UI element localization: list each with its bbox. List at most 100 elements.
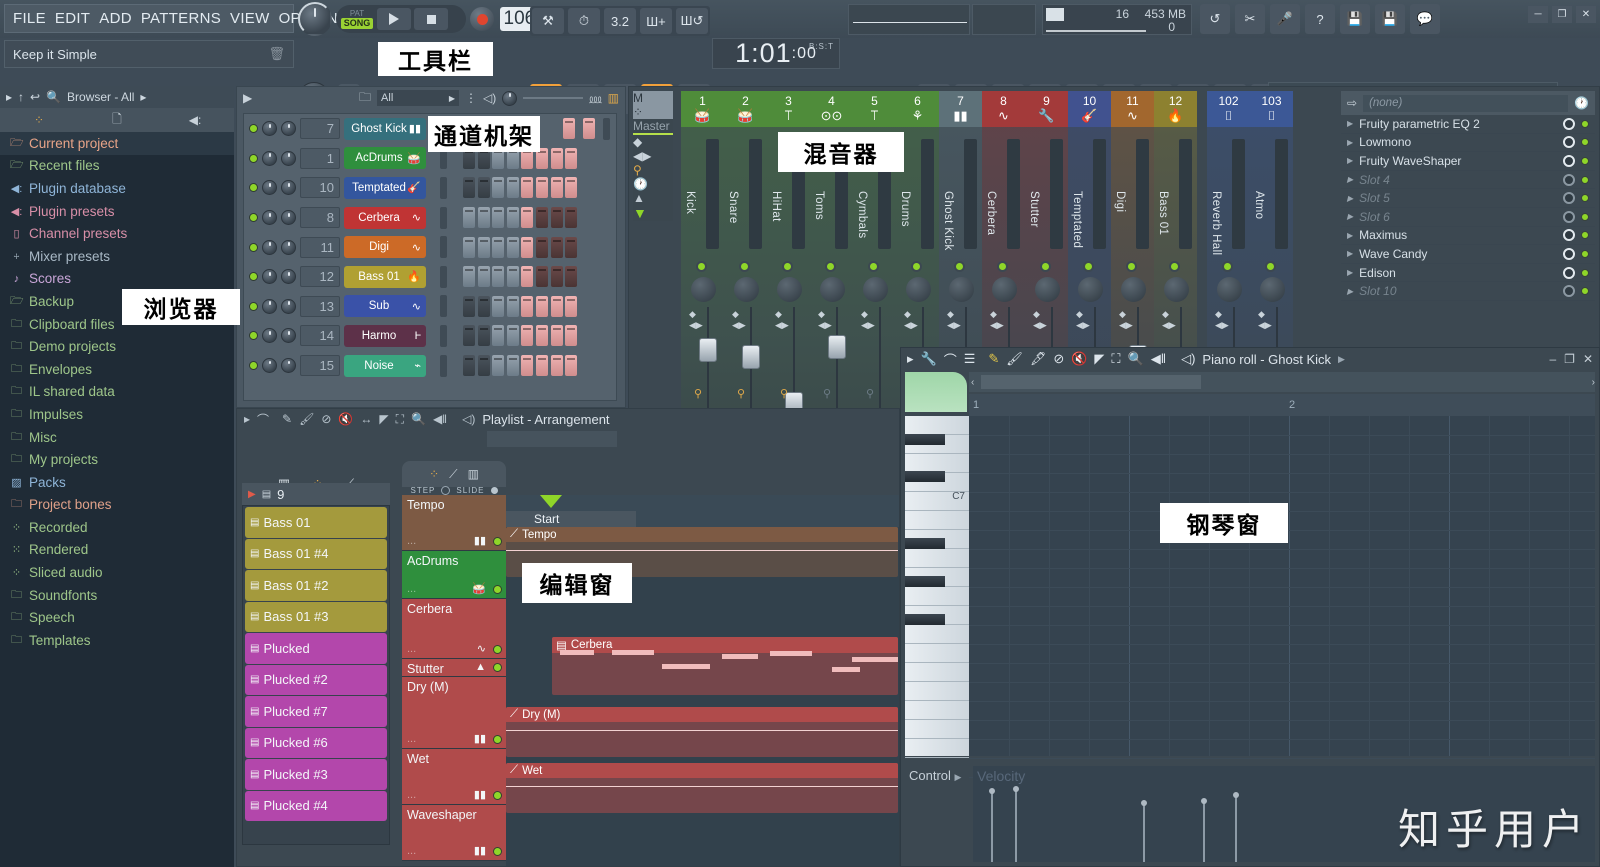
mixer-track-header[interactable]: 1 🥁	[681, 91, 724, 127]
mixer-track-led[interactable]	[997, 261, 1008, 272]
velocity-handle[interactable]	[1013, 786, 1019, 792]
delete-tool-icon[interactable]: ⊘	[321, 412, 331, 426]
paint-seq-icon[interactable]: 🖋	[1030, 351, 1047, 367]
pattern-list-item[interactable]: ▤ Bass 01	[245, 507, 387, 538]
step-button[interactable]	[565, 295, 578, 317]
select-tool-icon[interactable]: ⛶	[1111, 351, 1120, 367]
step-button[interactable]	[492, 236, 505, 258]
effect-slot[interactable]: ▶ Slot 10	[1341, 282, 1595, 301]
channel-name-button[interactable]: Temptated 🎸	[344, 176, 426, 199]
drum-icon[interactable]: 🥁	[472, 582, 486, 595]
mixer-stereo-arrows[interactable]: ◆ ◀▶	[1258, 309, 1272, 331]
mixer-track-header[interactable]: 7 ▮▮	[939, 91, 982, 127]
playlist-timeline[interactable]: 2 3 Start	[506, 495, 899, 527]
pattern-list-item[interactable]: ▤ Plucked #6	[245, 727, 387, 758]
mixer-track-pan-knob[interactable]	[949, 277, 974, 302]
mixer-track-pan-knob[interactable]	[691, 277, 716, 302]
velocity-bar[interactable]	[1201, 798, 1207, 862]
effect-slot[interactable]: ▶ Lowmono	[1341, 134, 1595, 153]
channel-pan-knob[interactable]	[262, 210, 277, 226]
velocity-handle[interactable]	[1141, 800, 1147, 806]
mixer-track-led[interactable]	[1083, 261, 1094, 272]
mixer-track-pan-knob[interactable]	[1164, 277, 1189, 302]
pr-scroll-left-icon[interactable]: ‹	[971, 377, 974, 388]
channel-led[interactable]	[249, 331, 258, 341]
mixer-track-fader[interactable]	[828, 334, 846, 359]
menu-item-add[interactable]: ADD	[99, 10, 132, 27]
tab-samples[interactable]: ⁘	[0, 108, 78, 132]
comment-icon[interactable]: 💬	[1410, 4, 1440, 34]
step-button[interactable]	[463, 236, 475, 258]
mixer-stereo-arrows[interactable]: ◆ ◀▶	[1215, 309, 1229, 331]
mixer-track-header[interactable]: 103 ⌷	[1250, 91, 1293, 127]
step-button[interactable]	[521, 355, 534, 377]
channel-pan-knob[interactable]	[262, 328, 277, 344]
mixer-fx-icon[interactable]: ⚲	[823, 387, 831, 400]
wave-icon[interactable]: ⁘	[429, 467, 439, 481]
pencil-tool-icon[interactable]: ✎	[988, 351, 999, 367]
rack-options-icon[interactable]: ⋮	[465, 91, 477, 105]
microphone-icon[interactable]: 🎤	[1270, 4, 1300, 34]
mixer-fx-icon[interactable]: ⚲	[737, 387, 745, 400]
pattern-list-item[interactable]: ▤ Bass 01 #3	[245, 601, 387, 632]
playlist-track-led[interactable]	[493, 735, 502, 744]
mixer-track-header[interactable]: 6 ⚘	[896, 91, 939, 127]
step-button[interactable]	[463, 207, 475, 229]
browser-item-channel-presets[interactable]: ▯ Channel presets	[0, 222, 234, 245]
channel-led[interactable]	[249, 361, 258, 371]
effect-slot[interactable]: ▶ Wave Candy	[1341, 245, 1595, 264]
piano-roll-grid[interactable]	[969, 416, 1595, 778]
browser-item-templates[interactable]: 🗀 Templates	[0, 629, 234, 652]
fx-preset-icon[interactable]: ⇨	[1347, 96, 1357, 110]
browser-item-plugin-presets[interactable]: ◀: Plugin presets	[0, 200, 234, 223]
step-button[interactable]	[521, 177, 534, 199]
mixer-track-pan-knob[interactable]	[992, 277, 1017, 302]
chevron-right-icon[interactable]: ▶	[1347, 138, 1353, 147]
mixer-track-header[interactable]: 11 ∿	[1111, 91, 1154, 127]
playlist-clip[interactable]: ⟋ Dry (M)	[506, 707, 898, 757]
mixer-stereo-arrows[interactable]: ◆ ◀▶	[1162, 309, 1176, 331]
keyboard-icon[interactable]: ▥	[468, 467, 479, 481]
effect-mix-knob[interactable]	[1563, 192, 1575, 205]
metronome-icon[interactable]: ⚒	[532, 8, 564, 34]
graph-editor-icon[interactable]: ⅏	[589, 90, 601, 107]
effect-mix-knob[interactable]	[1563, 266, 1575, 279]
browser-item-current-project[interactable]: 🗁 Current project	[0, 132, 234, 155]
mixer-track-pan-knob[interactable]	[1121, 277, 1146, 302]
browser-item-sliced-audio[interactable]: ⁘ Sliced audio	[0, 561, 234, 584]
fx-history-icon[interactable]: 🕐	[1574, 96, 1589, 110]
mixer-track-pan-knob[interactable]	[1078, 277, 1103, 302]
mixer-track-led[interactable]	[1169, 261, 1180, 272]
step-button[interactable]	[477, 207, 490, 229]
channel-row[interactable]: 13 Sub ∿	[244, 292, 616, 322]
tab-plugins[interactable]: ◀:	[156, 108, 234, 132]
browser-item-envelopes[interactable]: 🗀 Envelopes	[0, 358, 234, 381]
mixer-track-pan-knob[interactable]	[1217, 277, 1242, 302]
playlist-speaker-icon[interactable]: ◁)	[462, 412, 475, 426]
step-button[interactable]	[506, 295, 519, 317]
mixer-master-track[interactable]: M ⁘ Master ◆ ◀▶ ⚲ 🕐 ▲ ▼	[633, 91, 673, 221]
step-button[interactable]	[477, 266, 490, 288]
mixer-track-led[interactable]	[782, 261, 793, 272]
channel-row[interactable]: 10 Temptated 🎸	[244, 173, 616, 203]
piano-white-key[interactable]	[905, 511, 969, 530]
mixer-track-header[interactable]: 10 🎸	[1068, 91, 1111, 127]
step-button[interactable]	[535, 207, 548, 229]
playlist-track-led[interactable]	[493, 791, 502, 800]
playlist-track-led[interactable]	[493, 585, 502, 594]
mixer-stereo-arrows[interactable]: ◆ ◀▶	[818, 309, 832, 331]
playhead-marker-icon[interactable]	[540, 495, 562, 508]
pattern-list-item[interactable]: ▤ Plucked #3	[245, 759, 387, 790]
pattern-list-item[interactable]: ▤ Plucked #2	[245, 664, 387, 695]
chevron-right-icon[interactable]: ▶	[1347, 119, 1353, 128]
pr-scroll-bar[interactable]: ‹ ›	[969, 372, 1595, 392]
pr-maximize-button[interactable]: ❐	[1564, 352, 1575, 366]
mixer-track-pan-knob[interactable]	[1035, 277, 1060, 302]
step-button[interactable]	[492, 355, 505, 377]
piano-white-key[interactable]	[905, 644, 969, 663]
step-button[interactable]	[506, 177, 519, 199]
velocity-bar[interactable]	[1233, 792, 1239, 862]
mixer-fx-icon[interactable]: ⚲	[866, 387, 874, 400]
browser-item-recent-files[interactable]: 🗁 Recent files	[0, 155, 234, 178]
playback-tool-icon[interactable]: ◀‖	[433, 412, 447, 426]
